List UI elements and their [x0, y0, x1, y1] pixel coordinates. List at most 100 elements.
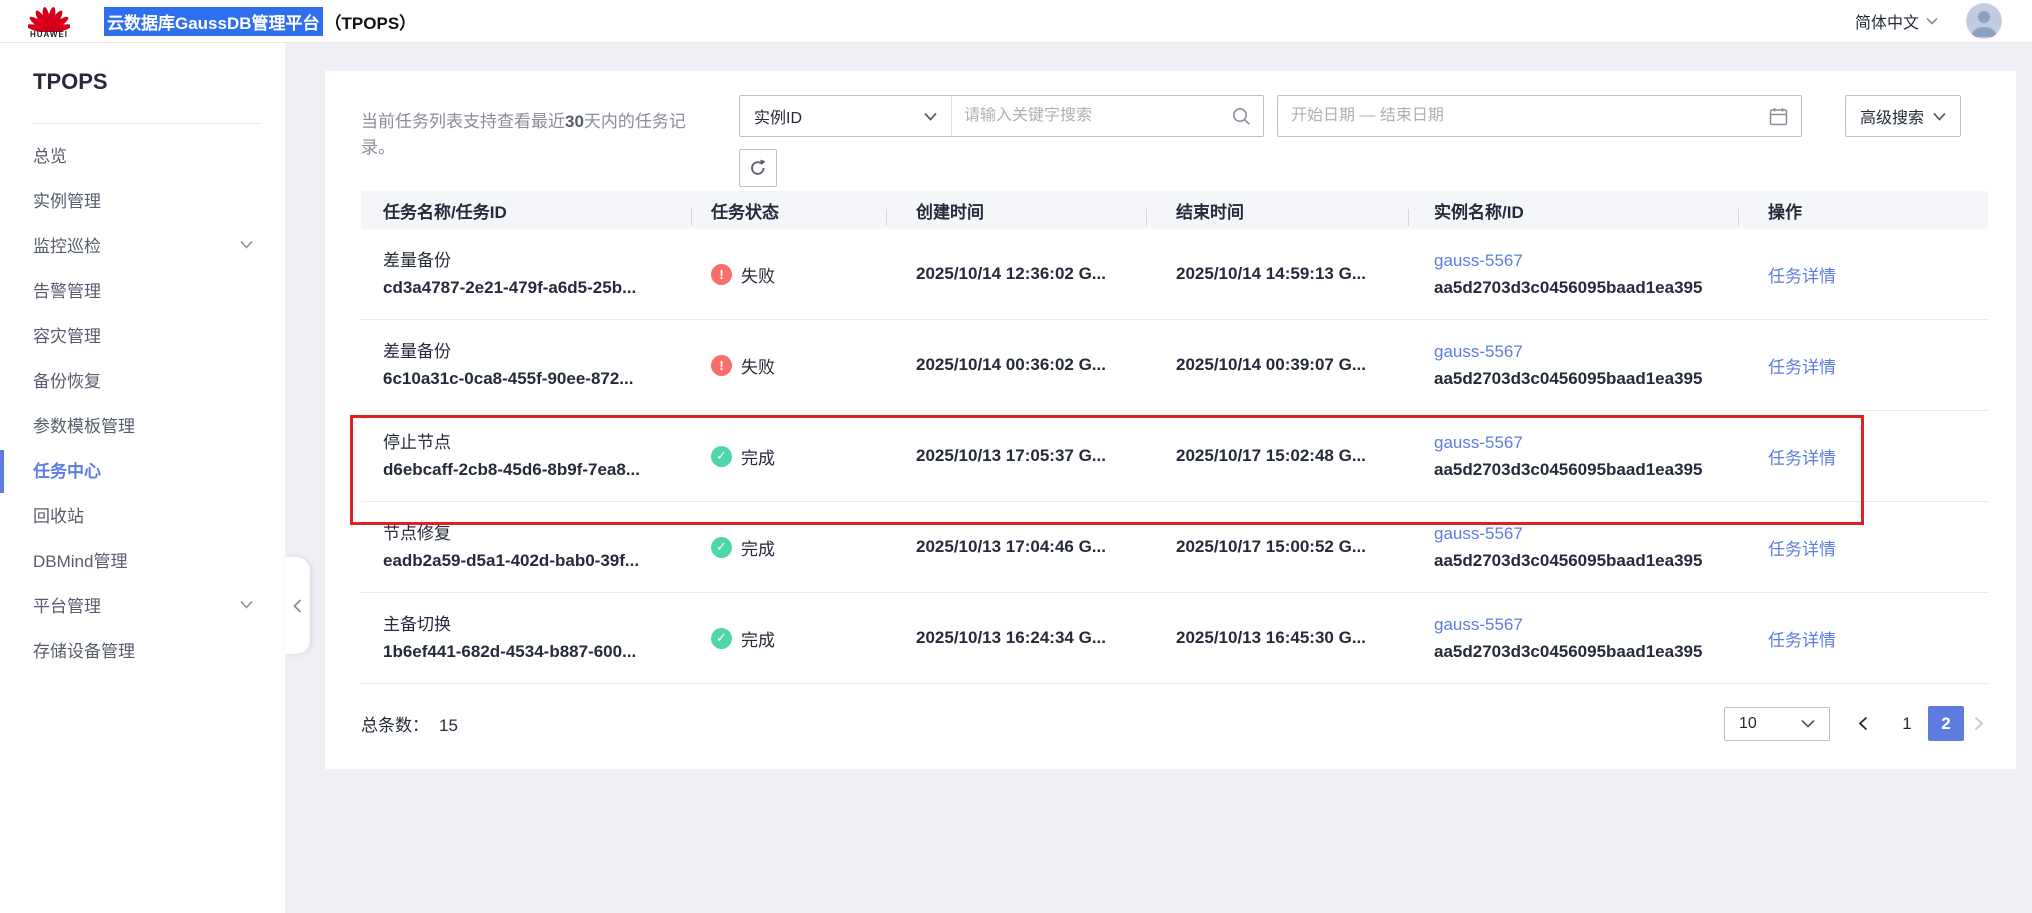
app-title-highlighted: 云数据库GaussDB管理平台: [104, 6, 323, 36]
task-detail-link[interactable]: 任务详情: [1768, 449, 1836, 468]
sidebar-item-label: 任务中心: [33, 462, 101, 481]
sidebar-collapse-handle[interactable]: [285, 557, 310, 654]
created-time: 2025/10/14 12:36:02 G...: [916, 264, 1106, 283]
table-body: 差量备份 cd3a4787-2e21-479f-a6d5-25b...! 失败 202…: [361, 229, 1988, 684]
table-row: 差量备份 cd3a4787-2e21-479f-a6d5-25b...! 失败 202…: [361, 229, 1988, 320]
chevron-down-icon: [1933, 112, 1946, 121]
previous-page-button[interactable]: [1854, 716, 1872, 731]
task-id: d6ebcaff-2cb8-45d6-8b9f-7ea8...: [383, 460, 640, 479]
instance-id: aa5d2703d3c0456095baad1ea395: [1434, 551, 1703, 570]
sidebar-item-回收站[interactable]: 回收站: [0, 494, 285, 539]
instance-name-link[interactable]: gauss-5567: [1434, 433, 1523, 452]
created-time: 2025/10/13 17:04:46 G...: [916, 537, 1106, 556]
task-name-cell: 节点修复 eadb2a59-d5a1-402d-bab0-39f...: [361, 520, 691, 574]
filter-toolbar: 当前任务列表支持查看最近30天内的任务记录。 实例ID 请输入关键字搜索 开始日…: [361, 95, 1988, 157]
task-detail-link[interactable]: 任务详情: [1768, 267, 1836, 286]
keyword-search-wrap: [952, 96, 1263, 136]
task-id: 6c10a31c-0ca8-455f-90ee-872...: [383, 369, 634, 388]
calendar-icon: [1769, 107, 1788, 125]
sidebar-item-平台管理[interactable]: 平台管理: [0, 584, 285, 629]
user-avatar[interactable]: [1966, 3, 2002, 39]
status-text: 失败: [741, 266, 775, 286]
sidebar-item-容灾管理[interactable]: 容灾管理: [0, 314, 285, 359]
instance-name-link[interactable]: gauss-5567: [1434, 342, 1523, 361]
created-time-cell: 2025/10/14 12:36:02 G...: [886, 264, 1146, 284]
retention-info-text: 当前任务列表支持查看最近30天内的任务记录。: [361, 109, 699, 161]
created-time: 2025/10/14 00:36:02 G...: [916, 355, 1106, 374]
ended-time-cell: 2025/10/17 15:00:52 G...: [1146, 537, 1408, 557]
sidebar-item-label: 告警管理: [33, 282, 101, 301]
task-name: 停止节点: [383, 433, 451, 452]
sidebar-item-监控巡检[interactable]: 监控巡检: [0, 224, 285, 269]
chevron-left-icon: [1858, 716, 1868, 731]
pagination-bar: 总条数： 15 10 12: [361, 702, 1988, 745]
task-status-cell: ! 失败: [691, 262, 886, 287]
table-row: 节点修复 eadb2a59-d5a1-402d-bab0-39f... ✓ 完成 202…: [361, 502, 1988, 593]
instance-id: aa5d2703d3c0456095baad1ea395: [1434, 460, 1703, 479]
instance-id: aa5d2703d3c0456095baad1ea395: [1434, 642, 1703, 661]
ended-time: 2025/10/14 00:39:07 G...: [1176, 355, 1366, 374]
chevron-right-icon: [1974, 716, 1984, 731]
date-range-picker[interactable]: [1277, 95, 1802, 137]
sidebar-item-参数模板管理[interactable]: 参数模板管理: [0, 404, 285, 449]
language-label: 简体中文: [1854, 15, 1919, 32]
created-time-cell: 2025/10/14 00:36:02 G...: [886, 355, 1146, 375]
page: HUAWEI 云数据库GaussDB管理平台 （TPOPS） 简体中文 TPOP…: [0, 0, 2032, 913]
task-id: 1b6ef441-682d-4534-b887-600...: [383, 642, 637, 661]
status-error-icon: !: [711, 263, 732, 285]
sidebar-item-任务中心[interactable]: 任务中心: [0, 449, 285, 494]
page-button-1[interactable]: 1: [1892, 714, 1922, 734]
table-row: 主备切换 1b6ef441-682d-4534-b887-600... ✓ 完成 202…: [361, 593, 1988, 684]
page-button-2[interactable]: 2: [1928, 706, 1964, 741]
chevron-down-icon: [240, 240, 253, 249]
sidebar-item-实例管理[interactable]: 实例管理: [0, 179, 285, 224]
sidebar-item-备份恢复[interactable]: 备份恢复: [0, 359, 285, 404]
sidebar-item-DBMind管理[interactable]: DBMind管理: [0, 539, 285, 584]
total-count-value: 15: [439, 716, 458, 735]
task-id: cd3a4787-2e21-479f-a6d5-25b...: [383, 278, 637, 297]
action-cell: 任务详情: [1738, 353, 1984, 378]
task-detail-link[interactable]: 任务详情: [1768, 631, 1836, 650]
instance-name-link[interactable]: gauss-5567: [1434, 524, 1523, 543]
advanced-search-label: 高级搜索: [1859, 110, 1924, 127]
date-range-input[interactable]: [1291, 107, 1769, 125]
page-size-select[interactable]: 10: [1724, 706, 1830, 741]
instance-cell: gauss-5567 aa5d2703d3c0456095baad1ea395: [1408, 338, 1738, 392]
task-list-card: 当前任务列表支持查看最近30天内的任务记录。 实例ID 请输入关键字搜索 开始日…: [325, 71, 2016, 769]
sidebar-item-label: 监控巡检: [33, 237, 101, 256]
retention-info-before: 当前任务列表支持查看最近: [361, 112, 565, 131]
column-header-6: 操作: [1738, 198, 1984, 226]
sidebar-divider: [33, 123, 262, 124]
language-switcher[interactable]: 简体中文: [1855, 9, 1938, 33]
sidebar-item-存储设备管理[interactable]: 存储设备管理: [0, 629, 285, 674]
filter-field-select[interactable]: 实例ID: [740, 96, 952, 136]
ended-time-cell: 2025/10/17 15:02:48 G...: [1146, 446, 1408, 466]
task-name: 主备切换: [383, 615, 451, 634]
task-name-cell: 差量备份 cd3a4787-2e21-479f-a6d5-25b...: [361, 247, 691, 301]
sidebar-item-总览[interactable]: 总览: [0, 134, 285, 179]
ended-time: 2025/10/17 15:02:48 G...: [1176, 446, 1366, 465]
task-name: 差量备份: [383, 342, 451, 361]
keyword-search-input[interactable]: [964, 107, 1232, 125]
user-icon: [1966, 3, 2002, 39]
advanced-search-button[interactable]: 高级搜索: [1845, 95, 1961, 137]
huawei-flower-icon: [28, 6, 70, 32]
sidebar-item-label: 平台管理: [33, 597, 101, 616]
next-page-button[interactable]: [1970, 716, 1988, 731]
sidebar-item-告警管理[interactable]: 告警管理: [0, 269, 285, 314]
refresh-button[interactable]: [739, 149, 777, 187]
app-title: 云数据库GaussDB管理平台 （TPOPS）: [104, 6, 416, 36]
instance-name-link[interactable]: gauss-5567: [1434, 615, 1523, 634]
search-icon[interactable]: [1232, 107, 1251, 126]
task-detail-link[interactable]: 任务详情: [1768, 358, 1836, 377]
status-success-icon: ✓: [711, 536, 732, 558]
instance-name-link[interactable]: gauss-5567: [1434, 251, 1523, 270]
action-cell: 任务详情: [1738, 262, 1984, 287]
sidebar: TPOPS 总览 实例管理 监控巡检 告警管理 容灾管理 备份恢复 参数模板管理 任务中心 回收…: [0, 43, 285, 913]
status-badge: ✓ 完成: [711, 535, 886, 560]
task-detail-link[interactable]: 任务详情: [1768, 540, 1836, 559]
status-text: 完成: [741, 539, 775, 559]
chevron-down-icon: [240, 600, 253, 609]
task-name: 节点修复: [383, 524, 451, 543]
instance-id: aa5d2703d3c0456095baad1ea395: [1434, 278, 1703, 297]
